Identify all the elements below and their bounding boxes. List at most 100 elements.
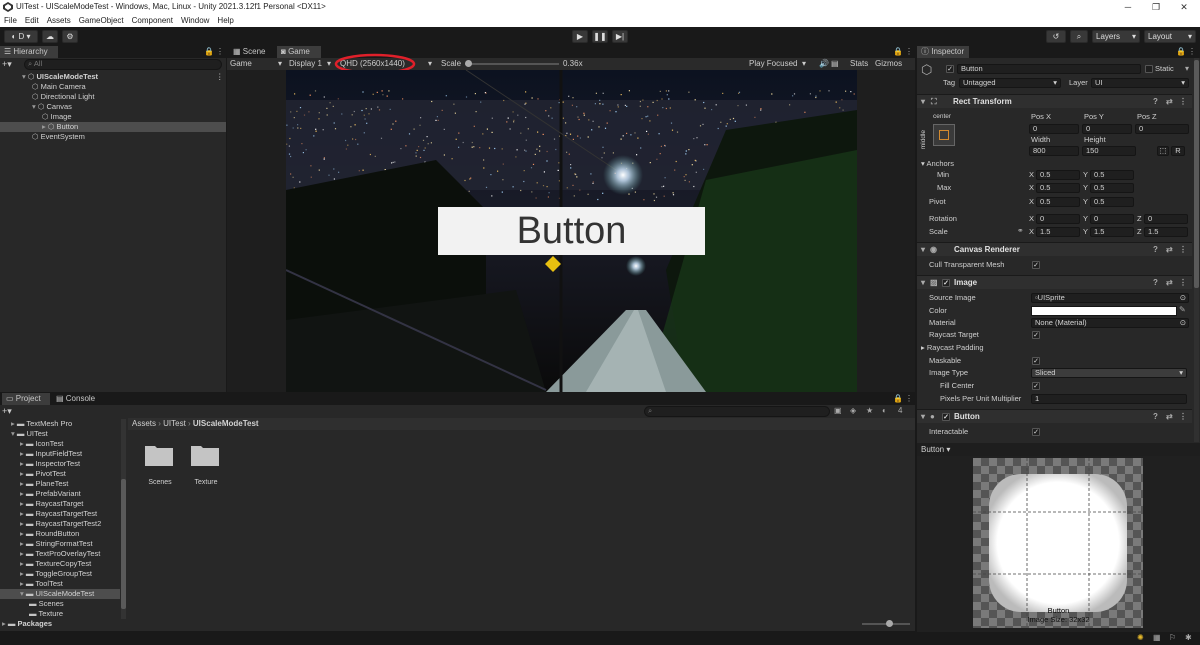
menu-component[interactable]: Component bbox=[128, 14, 177, 27]
menu-gameobject[interactable]: GameObject bbox=[75, 14, 128, 27]
tab-inspector[interactable]: ⓘ Inspector bbox=[917, 46, 969, 58]
tab-hierarchy[interactable]: ☰ Hierarchy bbox=[0, 46, 58, 58]
anchors-foldout[interactable]: ▾ Anchors bbox=[921, 159, 954, 169]
vector-field-pivot-x[interactable]: 0.5 bbox=[1036, 197, 1080, 207]
static-checkbox[interactable] bbox=[1145, 65, 1153, 73]
folder-scenes[interactable]: Scenes bbox=[140, 443, 180, 488]
project-tree-item[interactable]: ▸ ▬ RaycastTargetTest bbox=[0, 509, 120, 519]
project-tree-item[interactable]: ▸ ▬ TextureCopyTest bbox=[0, 559, 120, 569]
anchor-preset-button[interactable] bbox=[933, 124, 955, 146]
color-swatch[interactable] bbox=[1031, 306, 1177, 316]
blueprint-mode-button[interactable]: ⬚ bbox=[1157, 146, 1169, 156]
scale-slider-handle[interactable] bbox=[465, 60, 472, 67]
vector-field-rot-x[interactable]: 0 bbox=[1036, 214, 1080, 224]
project-tree-item[interactable]: ▸ ▬ PivotTest bbox=[0, 469, 120, 479]
project-tree-item[interactable]: ▸ ▬ Packages bbox=[0, 619, 120, 629]
search-icon[interactable]: ⌕ bbox=[1070, 30, 1088, 43]
lock-icon[interactable]: 🔒 bbox=[204, 47, 214, 57]
posx-field[interactable]: 0 bbox=[1029, 124, 1079, 134]
filter-label-icon[interactable]: ◈ bbox=[850, 406, 856, 416]
image-enabled-checkbox[interactable]: ✓ bbox=[942, 279, 950, 287]
rect-transform-header[interactable]: ▾ ⛶ Rect Transform? ⇄ ⋮ bbox=[917, 94, 1192, 108]
project-tree-item[interactable]: ▸ ▬ TextMesh Pro bbox=[0, 419, 120, 429]
project-tree-item[interactable]: ▸ ▬ RoundButton bbox=[0, 529, 120, 539]
project-tree-item[interactable]: ▬ Texture bbox=[0, 609, 120, 619]
project-tree-item[interactable]: ▾ ▬ UIScaleModeTest bbox=[0, 589, 120, 599]
vector-field-min-x[interactable]: 0.5 bbox=[1036, 170, 1080, 180]
eyedropper-icon[interactable]: ✎ bbox=[1179, 305, 1186, 315]
image-header[interactable]: ▾ ▨ ✓ Image? ⇄ ⋮ bbox=[917, 275, 1192, 289]
preset-icon[interactable]: ⇄ bbox=[1166, 412, 1173, 422]
hierarchy-item[interactable]: ▾ ⬡ Canvas bbox=[0, 102, 226, 112]
layout-dropdown[interactable]: Layout ▾ bbox=[1144, 30, 1196, 43]
button-enabled-checkbox[interactable]: ✓ bbox=[942, 413, 950, 421]
step-button[interactable]: ▶| bbox=[612, 30, 628, 43]
collab-status-icon[interactable]: ⚐ bbox=[1169, 633, 1176, 643]
hierarchy-item[interactable]: ▾ ⬡ UIScaleModeTest ⋮ bbox=[0, 72, 226, 82]
canvas-renderer-header[interactable]: ▾ ◉ Canvas Renderer? ⇄ ⋮ bbox=[917, 242, 1192, 256]
menu-edit[interactable]: Edit bbox=[21, 14, 43, 27]
fill-center-checkbox[interactable]: ✓ bbox=[1032, 382, 1040, 390]
interactable-checkbox[interactable]: ✓ bbox=[1032, 428, 1040, 436]
posz-field[interactable]: 0 bbox=[1135, 124, 1189, 134]
source-image-field[interactable]: ▫UISprite ⊙ bbox=[1031, 293, 1189, 303]
tab-game[interactable]: ◙ Game bbox=[277, 46, 321, 58]
gizmos-button[interactable]: Gizmos bbox=[875, 58, 902, 70]
breadcrumb-assets[interactable]: Assets bbox=[132, 419, 156, 428]
history-icon[interactable]: ↺ bbox=[1046, 30, 1066, 43]
collab-icon[interactable]: ⚙ bbox=[62, 30, 78, 43]
scrollbar-thumb[interactable] bbox=[121, 479, 126, 609]
vector-field-min-y[interactable]: 0.5 bbox=[1090, 170, 1134, 180]
lock-icon[interactable]: 🔒 bbox=[893, 47, 903, 57]
tab-scene[interactable]: ▦ Scene bbox=[229, 46, 275, 58]
create-button[interactable]: +▾ bbox=[2, 406, 22, 417]
vector-field-max-y[interactable]: 0.5 bbox=[1090, 183, 1134, 193]
game-ui-button[interactable]: Button bbox=[438, 207, 705, 255]
raycast-padding-foldout[interactable]: ▸ Raycast Padding bbox=[921, 343, 984, 353]
breadcrumb-uitest[interactable]: UITest bbox=[163, 419, 186, 428]
vector-field-pivot-y[interactable]: 0.5 bbox=[1090, 197, 1134, 207]
account-button[interactable]: ◐ D ▾ bbox=[4, 30, 38, 43]
cloud-icon[interactable]: ☁ bbox=[42, 30, 58, 43]
project-tree-item[interactable]: ▸ ▬ IconTest bbox=[0, 439, 120, 449]
stats-button[interactable]: Stats bbox=[850, 58, 868, 70]
menu-icon[interactable]: ⋮ bbox=[1179, 97, 1187, 107]
hierarchy-item[interactable]: ▸ ⬡ Button bbox=[0, 122, 226, 132]
inspector-scrollbar[interactable] bbox=[1194, 58, 1199, 442]
layer-dropdown[interactable]: UI ▾ bbox=[1091, 78, 1189, 88]
cache-icon[interactable]: ▦ bbox=[1153, 633, 1161, 643]
project-tree-item[interactable]: ▸ ▬ ToggleGroupTest bbox=[0, 569, 120, 579]
vsync-icon[interactable]: ▤ bbox=[831, 58, 839, 70]
raw-edit-button[interactable]: R bbox=[1171, 146, 1185, 156]
hidden-packages-icon[interactable]: ◐ bbox=[882, 406, 887, 416]
project-tree-item[interactable]: ▸ ▬ InspectorTest bbox=[0, 459, 120, 469]
hierarchy-item[interactable]: ⬡ EventSystem bbox=[0, 132, 226, 142]
icon-size-slider-handle[interactable] bbox=[886, 620, 893, 627]
minimize-button[interactable]: ─ bbox=[1114, 0, 1142, 14]
project-tree-item[interactable]: ▸ ▬ RaycastTargetTest2 bbox=[0, 519, 120, 529]
material-field[interactable]: None (Material) ⊙ bbox=[1031, 318, 1189, 328]
project-tree-item[interactable]: ▸ ▬ TextProOverlayTest bbox=[0, 549, 120, 559]
menu-file[interactable]: File bbox=[0, 14, 21, 27]
height-field[interactable]: 150 bbox=[1082, 146, 1136, 156]
image-type-dropdown[interactable]: Sliced ▾ bbox=[1031, 368, 1187, 378]
object-name-field[interactable]: Button bbox=[957, 64, 1141, 74]
help-icon[interactable]: ? bbox=[1153, 97, 1158, 107]
scale-slider[interactable] bbox=[465, 63, 559, 65]
menu-window[interactable]: Window bbox=[177, 14, 213, 27]
layers-dropdown[interactable]: Layers ▾ bbox=[1092, 30, 1140, 43]
play-button[interactable]: ▶ bbox=[572, 30, 588, 43]
project-tree-scrollbar[interactable] bbox=[121, 419, 126, 619]
audio-icon[interactable]: 🔊 bbox=[819, 58, 829, 70]
menu-icon[interactable]: ⋮ bbox=[1179, 412, 1187, 422]
vector-field-rot-z[interactable]: 0 bbox=[1144, 214, 1188, 224]
tab-console[interactable]: ▤ Console bbox=[52, 393, 102, 405]
button-component-header[interactable]: ▾ ● ✓ Button? ⇄ ⋮ bbox=[917, 409, 1192, 423]
scrollbar-thumb[interactable] bbox=[1194, 60, 1199, 288]
hierarchy-search-input[interactable]: ⌕ All bbox=[24, 59, 222, 70]
bug-icon[interactable]: ✱ bbox=[1185, 633, 1192, 643]
lock-icon[interactable]: 🔒 bbox=[1176, 47, 1186, 57]
help-icon[interactable]: ? bbox=[1153, 245, 1158, 255]
preset-icon[interactable]: ⇄ bbox=[1166, 245, 1173, 255]
filter-type-icon[interactable]: ▣ bbox=[834, 406, 842, 416]
